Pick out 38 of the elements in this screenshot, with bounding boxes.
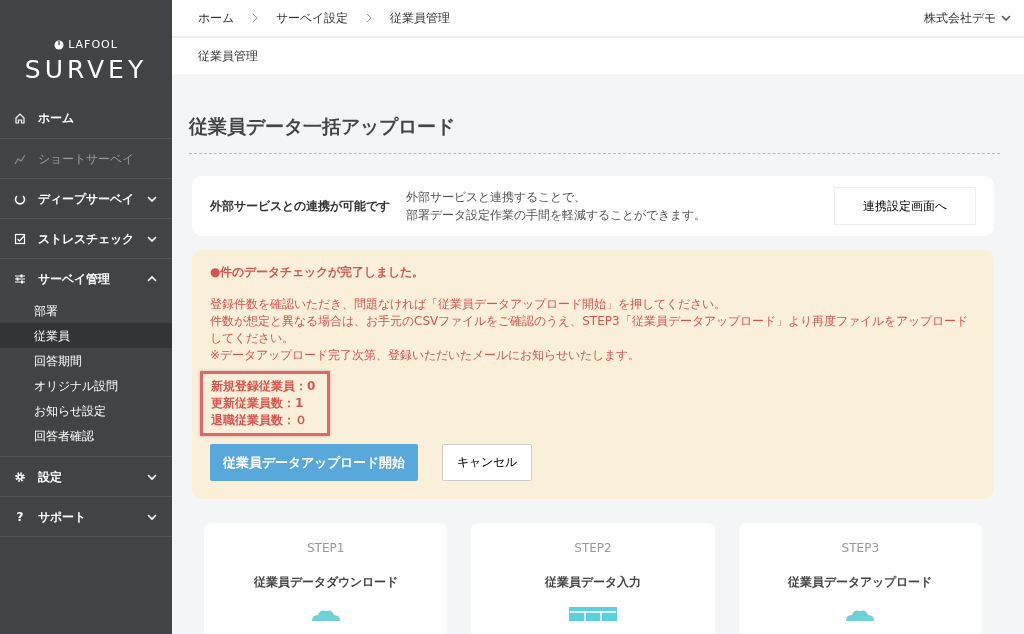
breadcrumb-link[interactable]: サーベイ設定	[276, 9, 348, 27]
home-icon	[14, 112, 26, 124]
alert-message: 登録件数を確認いただき、問題なければ「従業員データアップロード開始」を押してください。 件数が想定と異なる場合は、お手元のCSVファイルをご確認のうえ、STEP3「従業員データアップロード」より再度ファイルをアップロードしてください。 ※データアップロード完了次第、登録いただいたメールにお知らせいたします。	[210, 296, 969, 364]
step-number: STEP1	[306, 539, 345, 557]
alert-heading: ●件のデータチェックが完了しました。	[210, 263, 426, 281]
breadcrumb-link[interactable]: ホーム	[198, 9, 234, 27]
checkbox-icon	[14, 232, 26, 245]
chevron-down-icon	[1000, 12, 1012, 24]
step-title: 従業員データ入力	[545, 573, 641, 591]
sliders-icon	[14, 272, 26, 285]
sidebar-subitem[interactable]: 部署	[0, 298, 172, 323]
logo-brand: LAFOOL	[68, 36, 118, 53]
sidebar-item[interactable]: ホーム	[0, 98, 172, 138]
sidebar-subitem[interactable]: 回答期間	[0, 348, 172, 373]
step-number: STEP2	[574, 539, 612, 557]
question-icon: ?	[14, 510, 26, 523]
sidebar-subitem[interactable]: 回答者確認	[0, 423, 172, 448]
gear-icon	[14, 470, 26, 483]
step-number: STEP3	[841, 539, 879, 557]
integration-settings-button[interactable]: 連携設定画面へ	[834, 186, 976, 225]
logo-mark-icon	[54, 39, 65, 50]
sidebar-subitem[interactable]: 従業員	[0, 323, 172, 348]
cancel-button[interactable]: キャンセル	[442, 443, 532, 481]
page-tab[interactable]: 従業員管理	[172, 36, 1024, 74]
integration-description: 外部サービスと連携することで、 部署データ設定作業の手間を軽減することができます。	[406, 188, 707, 224]
account-name[interactable]: 株式会社デモ	[924, 9, 996, 27]
chevron-right-icon	[364, 13, 374, 23]
step-title: 従業員データアップロード	[788, 573, 933, 591]
sidebar-subitem[interactable]: オリジナル設問	[0, 373, 172, 398]
chevron-right-icon	[250, 13, 260, 23]
logo-title: SURVEY	[24, 57, 148, 82]
count-summary-highlight: 新規登録従業員：0 更新従業員数：1 退職従業員数：０	[200, 371, 331, 436]
page-title: 従業員データ一括アップロード	[189, 112, 1000, 154]
sidebar-subitem[interactable]: お知らせ設定	[0, 398, 172, 423]
table-icon	[569, 606, 617, 621]
trend-line-icon	[14, 152, 26, 165]
integration-heading: 外部サービスとの連携が可能です	[210, 197, 390, 215]
step-title: 従業員データダウンロード	[253, 573, 398, 591]
